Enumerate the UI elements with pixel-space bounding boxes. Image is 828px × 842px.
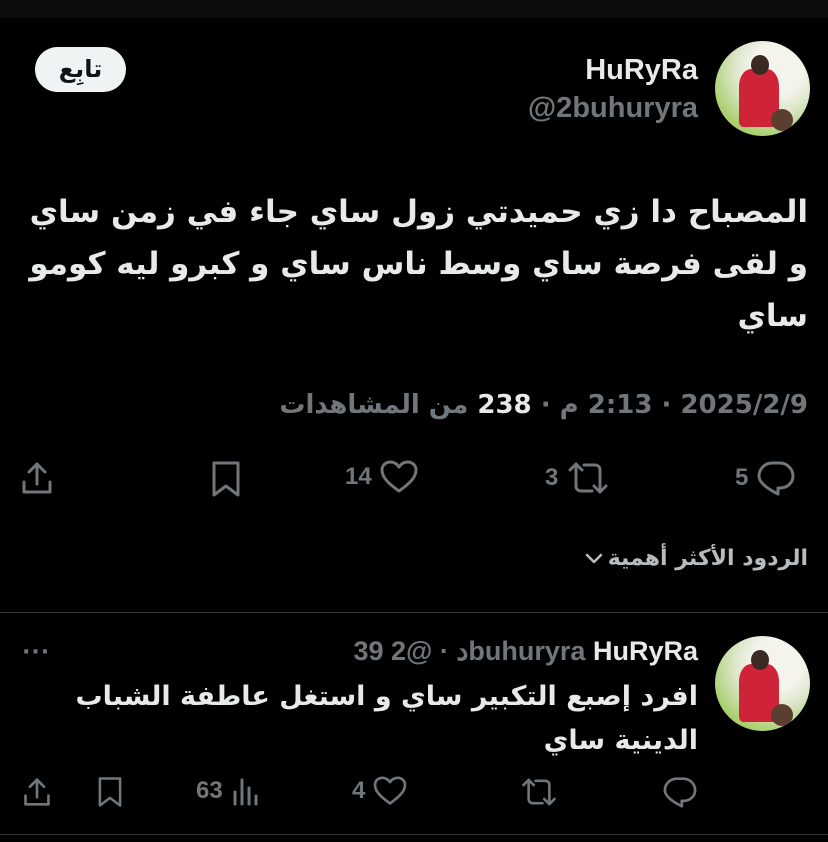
replies-sort-dropdown[interactable]: الردود الأكثر أهمية [584,546,808,571]
reply-views-button[interactable]: 63 [196,776,259,806]
chevron-down-icon [585,553,602,563]
tweet-meta: 2025/2/9 · 2:13 م · 238 من المشاهدات [279,390,808,420]
reply-icon [757,461,795,496]
reply-button[interactable]: 5 [735,460,796,496]
reply-retweet-button[interactable] [520,776,558,808]
author-handle[interactable]: @2buhuryra [528,92,698,125]
meta-separator: · [540,390,551,420]
heart-icon [380,460,418,493]
divider [0,834,828,835]
sort-label: الردود الأكثر أهمية [607,546,808,571]
tweet-time: 2:13 م [559,390,653,420]
share-button[interactable] [20,460,54,496]
reply-text: افرد إصبع التكبير ساي و استغل عاطفة الشب… [75,681,698,756]
heart-icon [374,776,407,805]
reply-author-handle[interactable]: @2buhuryra [391,636,585,666]
bookmark-icon [98,777,122,807]
share-icon [22,462,52,494]
like-count: 14 [345,463,372,490]
follow-button[interactable]: تابِع [35,47,126,92]
reply-share-button[interactable] [22,776,52,808]
retweet-icon [522,778,556,806]
reply-count: 5 [735,464,749,491]
reply-like-button[interactable]: 4 [352,776,407,806]
views-label[interactable]: من المشاهدات [279,390,468,420]
reply-views-count: 63 [196,777,223,804]
reply-separator: · [439,636,449,666]
retweet-button[interactable]: 3 [545,460,610,496]
meta-separator: · [661,390,672,420]
author-name[interactable]: HuRyRa [585,54,698,87]
share-icon [24,778,50,806]
divider [0,612,828,613]
tweet-date: 2025/2/9 [680,390,808,420]
avatar[interactable] [715,41,810,136]
views-icon [233,778,258,806]
reply-avatar[interactable] [715,636,810,731]
bookmark-icon [212,461,240,497]
reply-icon [663,777,697,808]
retweet-icon [568,462,608,494]
tweet-text: المصباح دا زي حميدتي زول ساي جاء في زمن … [29,194,808,334]
reply-reply-button[interactable] [662,776,698,808]
retweet-count: 3 [545,464,559,491]
reply-author-name[interactable]: HuRyRa [593,636,698,666]
reply-bookmark-button[interactable] [96,776,124,808]
bookmark-button[interactable] [210,460,242,498]
reply-like-count: 4 [352,777,366,804]
more-icon[interactable]: ··· [22,640,50,665]
reply-header: 39 د · @2buhuryra HuRyRa [353,636,698,667]
like-button[interactable]: 14 [345,460,418,494]
views-count[interactable]: 238 [477,390,531,420]
status-bar [0,0,828,18]
